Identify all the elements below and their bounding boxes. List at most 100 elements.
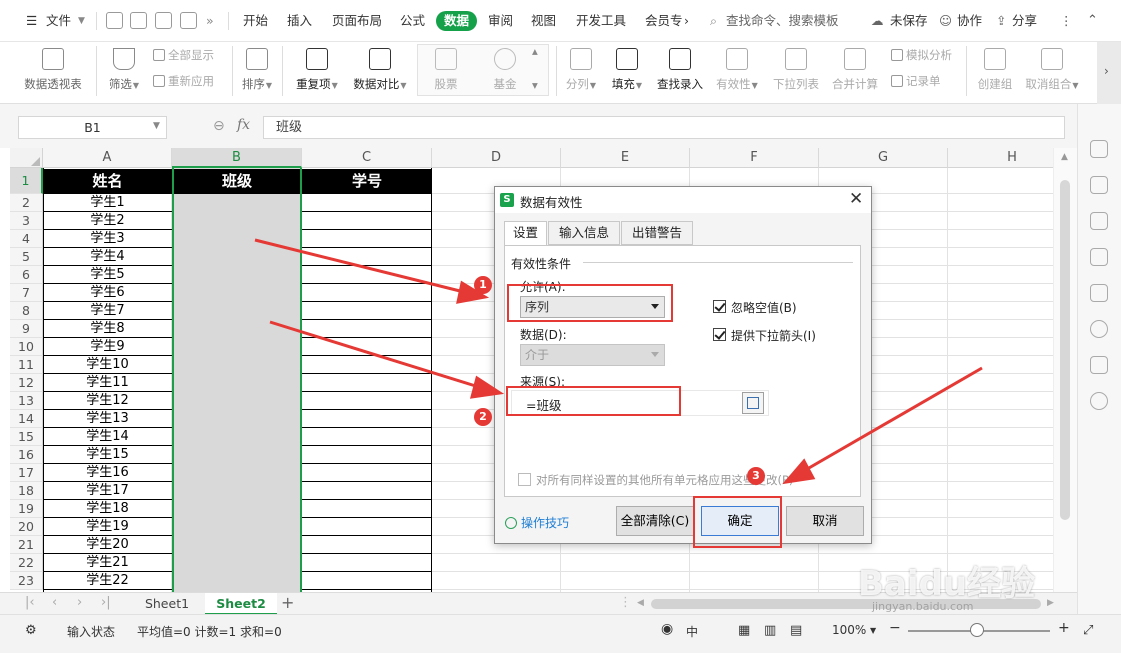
column-header-d[interactable]: D xyxy=(432,148,561,168)
data-compare-button[interactable]: 数据对比▼ xyxy=(351,48,409,92)
create-group-button[interactable]: 创建组 xyxy=(975,48,1015,92)
header-cell-b1[interactable]: 班级 xyxy=(174,169,300,194)
apply-all-checkbox[interactable] xyxy=(518,473,531,486)
fullscreen-icon[interactable]: ⤢ xyxy=(1083,623,1093,638)
cell-a2[interactable]: 学生1 xyxy=(43,194,172,212)
range-picker-button[interactable] xyxy=(742,392,764,414)
vertical-scroll-thumb[interactable] xyxy=(1060,180,1070,520)
row-header-20[interactable]: 20 xyxy=(10,518,43,536)
scroll-right-icon[interactable]: ▶ xyxy=(1047,598,1054,608)
close-icon[interactable]: ✕ xyxy=(849,189,863,209)
zoom-level[interactable]: 100% xyxy=(832,623,866,637)
export-icon[interactable] xyxy=(130,12,147,29)
show-all-button[interactable]: 全部显示 xyxy=(153,46,214,64)
cell-a21[interactable]: 学生20 xyxy=(43,536,172,554)
data-select[interactable]: 介于 xyxy=(520,344,665,366)
share-button[interactable]: 分享 xyxy=(1012,11,1037,31)
cell-a23[interactable]: 学生22 xyxy=(43,572,172,590)
reapply-button[interactable]: 重新应用 xyxy=(153,72,214,90)
fund-button[interactable]: 基金 xyxy=(487,48,523,92)
tab-settings[interactable]: 设置 xyxy=(504,221,547,246)
column-header-e[interactable]: E xyxy=(561,148,690,168)
row-header-1[interactable]: 1 xyxy=(10,168,43,194)
fill-button[interactable]: 填充▼ xyxy=(609,48,645,92)
column-header-a[interactable]: A xyxy=(43,148,172,168)
row-header-22[interactable]: 22 xyxy=(10,554,43,572)
row-header-16[interactable]: 16 xyxy=(10,446,43,464)
row-header-19[interactable]: 19 xyxy=(10,500,43,518)
column-header-b[interactable]: B xyxy=(172,148,302,168)
sheet-tab-2[interactable]: Sheet2 xyxy=(205,593,277,615)
zoom-slider-handle[interactable] xyxy=(970,623,984,637)
scroll-up-icon[interactable]: ▲ xyxy=(1061,152,1068,162)
eye-icon[interactable]: ◉ xyxy=(661,621,673,637)
cell-a8[interactable]: 学生7 xyxy=(43,302,172,320)
tab-developer[interactable]: 开发工具 xyxy=(576,11,626,31)
scroll-up-icon[interactable]: ▴ xyxy=(532,44,538,58)
filter-button[interactable]: 筛选▼ xyxy=(106,48,142,92)
pivot-table-button[interactable]: 数据透视表 xyxy=(22,48,84,92)
lookup-entry-button[interactable]: 查找录入 xyxy=(655,48,705,92)
zoom-in-icon[interactable]: + xyxy=(1058,620,1070,636)
more-icon[interactable]: » xyxy=(206,11,214,31)
row-header-21[interactable]: 21 xyxy=(10,536,43,554)
navigation-icon[interactable] xyxy=(1090,320,1108,338)
row-header-10[interactable]: 10 xyxy=(10,338,43,356)
dropdown-arrow-checkbox[interactable] xyxy=(713,328,726,341)
row-header-4[interactable]: 4 xyxy=(10,230,43,248)
tab-data[interactable]: 数据 xyxy=(436,11,478,31)
row-header-23[interactable]: 23 xyxy=(10,572,43,590)
scroll-down-icon[interactable]: ▾ xyxy=(532,78,538,92)
cell-a19[interactable]: 学生18 xyxy=(43,500,172,518)
command-search[interactable]: 查找命令、搜索模板 xyxy=(726,11,839,31)
record-form-button[interactable]: 记录单 xyxy=(891,72,941,90)
last-sheet-icon[interactable]: ›| xyxy=(101,595,111,610)
page-break-icon[interactable]: ▤ xyxy=(790,623,802,638)
cancel-button[interactable]: 取消 xyxy=(786,506,864,536)
more-options-icon[interactable]: ⋮ xyxy=(1060,11,1073,31)
help-icon[interactable] xyxy=(1090,392,1108,410)
file-menu[interactable]: 文件 xyxy=(46,11,71,31)
tab-page-layout[interactable]: 页面布局 xyxy=(332,11,382,31)
column-header-g[interactable]: G xyxy=(819,148,948,168)
sheet-tab-1[interactable]: Sheet1 xyxy=(135,593,199,615)
header-cell-a1[interactable]: 姓名 xyxy=(43,169,172,194)
add-sheet-icon[interactable]: + xyxy=(281,593,294,612)
dropdown-list-button[interactable]: 下拉列表 xyxy=(771,48,821,92)
fx-icon[interactable]: fx xyxy=(237,117,250,133)
sort-button[interactable]: 排序▼ xyxy=(240,48,274,92)
duplicates-button[interactable]: 重复项▼ xyxy=(293,48,341,92)
row-header-7[interactable]: 7 xyxy=(10,284,43,302)
book-icon[interactable] xyxy=(1090,356,1108,374)
macro-icon[interactable]: ⚙ xyxy=(25,623,37,638)
dialog-titlebar[interactable]: S 数据有效性 ✕ xyxy=(495,187,871,213)
tab-view[interactable]: 视图 xyxy=(531,11,556,31)
tab-insert[interactable]: 插入 xyxy=(287,11,312,31)
unsaved-status[interactable]: 未保存 xyxy=(890,11,928,31)
consolidate-button[interactable]: 合并计算 xyxy=(830,48,880,92)
cell-a18[interactable]: 学生17 xyxy=(43,482,172,500)
row-header-5[interactable]: 5 xyxy=(10,248,43,266)
cell-a20[interactable]: 学生19 xyxy=(43,518,172,536)
save-icon[interactable] xyxy=(106,12,123,29)
chevron-down-icon[interactable]: ▼ xyxy=(78,11,85,31)
vertical-scrollbar[interactable]: ▲ xyxy=(1053,148,1077,592)
sort-icon[interactable] xyxy=(1090,248,1108,266)
next-sheet-icon[interactable]: › xyxy=(77,595,82,610)
pointer-icon[interactable] xyxy=(1090,176,1108,194)
settings-sliders-icon[interactable] xyxy=(1090,212,1108,230)
formula-input[interactable]: 班级 xyxy=(263,116,1065,139)
column-header-f[interactable]: F xyxy=(690,148,819,168)
tab-home[interactable]: 开始 xyxy=(243,11,268,31)
tab-formula[interactable]: 公式 xyxy=(400,11,425,31)
cell-a13[interactable]: 学生12 xyxy=(43,392,172,410)
cell-a14[interactable]: 学生13 xyxy=(43,410,172,428)
column-header-c[interactable]: C xyxy=(302,148,432,168)
cell-a10[interactable]: 学生9 xyxy=(43,338,172,356)
stock-button[interactable]: 股票 xyxy=(428,48,464,92)
prev-sheet-icon[interactable]: ‹ xyxy=(52,595,57,610)
ungroup-button[interactable]: 取消组合▼ xyxy=(1022,48,1082,92)
ribbon-scroll-right[interactable]: › xyxy=(1097,42,1121,104)
ime-indicator[interactable]: 中 xyxy=(686,623,698,640)
row-header-8[interactable]: 8 xyxy=(10,302,43,320)
